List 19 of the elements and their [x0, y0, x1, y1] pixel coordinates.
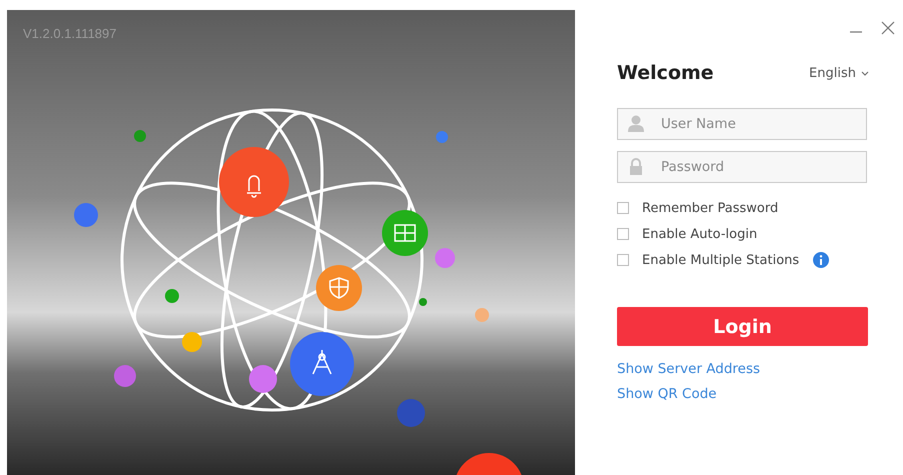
user-icon: [627, 115, 645, 132]
username-field[interactable]: User Name: [617, 108, 867, 140]
option-label: Enable Multiple Stations: [642, 252, 800, 268]
option-label: Enable Auto-login: [642, 226, 758, 242]
version-label: V1.2.0.1.111897: [23, 26, 116, 41]
checkbox[interactable]: [617, 202, 629, 214]
checkbox[interactable]: [617, 228, 629, 240]
text-link[interactable]: Show QR Code: [617, 386, 717, 402]
info-icon[interactable]: [813, 252, 830, 268]
text-link[interactable]: Show Server Address: [617, 361, 760, 377]
option-label: Remember Password: [642, 200, 778, 216]
checkbox[interactable]: [617, 254, 629, 266]
password-field[interactable]: Password: [617, 151, 867, 183]
lock-icon: [627, 158, 645, 175]
welcome-title: Welcome: [617, 62, 714, 84]
chevron-down-icon: [861, 70, 869, 76]
login-button[interactable]: Login: [617, 307, 868, 346]
close-icon[interactable]: [881, 20, 895, 36]
language-dropdown[interactable]: English: [809, 66, 869, 80]
